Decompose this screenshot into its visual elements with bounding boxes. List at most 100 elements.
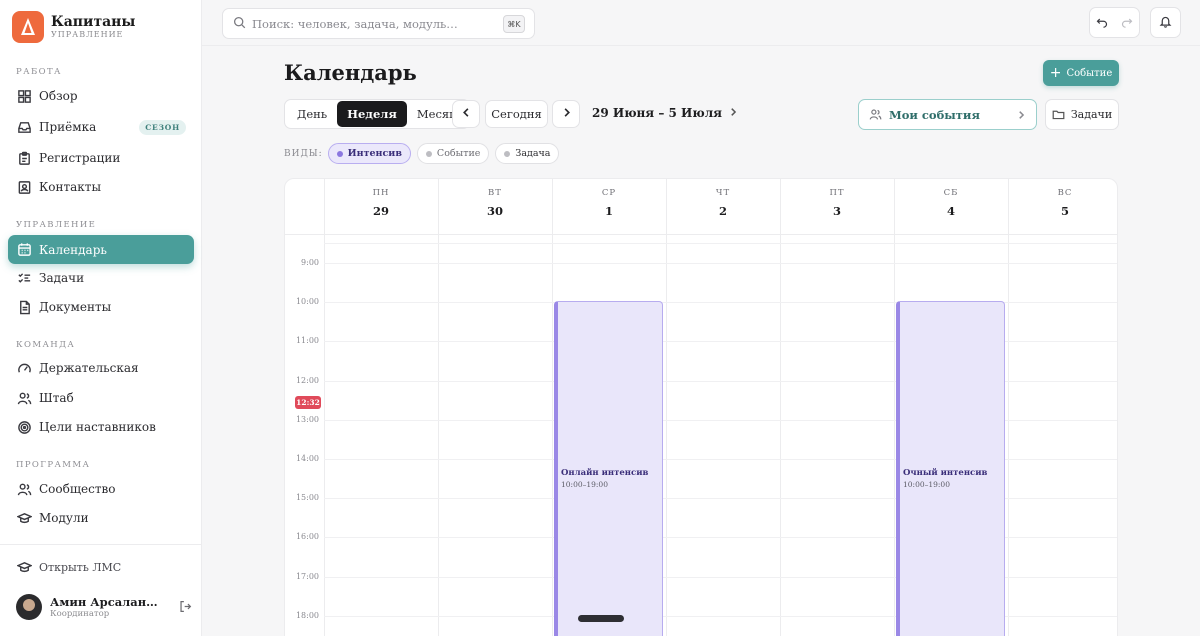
day-column-divider (894, 179, 895, 636)
user-profile[interactable]: Амин Арсалан Ха... Координатор (16, 594, 192, 620)
open-lms-link[interactable]: Открыть ЛМС (8, 553, 194, 581)
chip-task[interactable]: Задача (495, 143, 560, 164)
calendar-event[interactable]: Онлайн интенсив 10:00–19:00 (554, 301, 663, 636)
hour-label: 9:00 (301, 258, 319, 267)
chip-label: Событие (436, 148, 481, 159)
hour-label: 12:00 (295, 375, 319, 385)
day-of-week: ПТ (829, 188, 845, 198)
view-mode-week[interactable]: Неделя (337, 101, 407, 127)
page-title: Календарь (284, 60, 417, 85)
users-icon (16, 481, 32, 497)
day-header[interactable]: ПН 29 (324, 179, 438, 234)
sidebar-item-overview[interactable]: Обзор (8, 82, 194, 110)
new-event-button[interactable]: + Событие (1043, 60, 1119, 86)
day-column-divider (324, 179, 325, 636)
view-mode-day[interactable]: День (287, 101, 337, 127)
sidebar-item-calendar[interactable]: Календарь (8, 235, 194, 264)
date-range[interactable]: 29 Июня – 5 Июля (592, 106, 738, 120)
next-period-button[interactable] (552, 100, 580, 128)
redo-icon[interactable] (1121, 13, 1133, 32)
sidebar-item-holding[interactable]: Держательская (8, 354, 194, 382)
day-header[interactable]: ВТ 30 (438, 179, 552, 234)
chip-event[interactable]: Событие (416, 143, 490, 164)
sidebar: Капитаны УПРАВЛЕНИЕ РАБОТА Обзор Приёмка… (0, 0, 202, 636)
plus-icon: + (1049, 65, 1062, 81)
calendar-event[interactable]: Очный интенсив 10:00–19:00 (896, 301, 1005, 636)
day-header[interactable]: СР 1 (552, 179, 666, 234)
day-of-week: ВТ (488, 188, 502, 198)
avatar (16, 594, 42, 620)
undo-icon[interactable] (1096, 13, 1108, 32)
hour-gridline (324, 243, 1117, 244)
sidebar-item-label: Держательская (39, 361, 139, 375)
sidebar-item-mentor-goals[interactable]: Цели наставников (8, 413, 194, 441)
chip-label: Интенсив (347, 148, 402, 159)
sidebar-divider (0, 544, 202, 545)
day-number: 1 (604, 204, 613, 218)
open-lms-label: Открыть ЛМС (39, 560, 122, 574)
sidebar-item-label: Контакты (39, 180, 101, 194)
hour-label: 15:00 (295, 493, 319, 503)
search-bar[interactable]: ⌘K (222, 8, 535, 39)
today-button[interactable]: Сегодня (485, 100, 548, 128)
section-label-team: КОМАНДА (16, 340, 76, 350)
sidebar-item-modules[interactable]: Модули (8, 504, 194, 532)
header-divider (285, 234, 1117, 235)
section-label-program: ПРОГРАММА (16, 460, 91, 470)
graduation-cap-icon (16, 559, 32, 575)
sidebar-item-staff[interactable]: Штаб (8, 384, 194, 412)
day-header[interactable]: ЧТ 2 (666, 179, 780, 234)
event-title: Очный интенсив (903, 468, 988, 479)
sidebar-item-community[interactable]: Сообщество (8, 475, 194, 503)
notifications-button[interactable] (1150, 7, 1181, 38)
day-column-divider (552, 179, 553, 636)
day-column-divider (438, 179, 439, 636)
day-header[interactable]: СБ 4 (894, 179, 1008, 234)
my-events-filter[interactable]: Мои события (858, 99, 1037, 130)
section-label-management: УПРАВЛЕНИЕ (16, 220, 97, 230)
prev-period-button[interactable] (452, 100, 480, 128)
brand-title: Капитаны (51, 14, 136, 30)
sidebar-item-registrations[interactable]: Регистрации (8, 144, 194, 172)
chevron-right-icon (1019, 110, 1025, 119)
document-icon (16, 299, 32, 315)
brand[interactable]: Капитаны УПРАВЛЕНИЕ (12, 11, 135, 43)
day-column-divider (780, 179, 781, 636)
sidebar-item-label: Календарь (39, 242, 107, 257)
sidebar-item-documents[interactable]: Документы (8, 293, 194, 321)
checklist-icon (16, 270, 32, 286)
section-label-work: РАБОТА (16, 67, 62, 77)
users-icon (16, 390, 32, 406)
sidebar-item-label: Сообщество (39, 482, 116, 496)
chip-intensive[interactable]: Интенсив (327, 143, 411, 164)
search-icon (233, 14, 246, 33)
hour-label: 18:00 (295, 610, 319, 620)
logout-icon[interactable] (179, 598, 192, 617)
contact-icon (16, 179, 32, 195)
calendar-icon (16, 242, 32, 258)
day-column-divider (666, 179, 667, 636)
day-number: 30 (486, 204, 503, 218)
week-calendar: 12:32 ПН 29 ВТ 30 СР 1 ЧТ 2 ПТ 3 СБ 4 ВС 5 9:00 10:00 11… (284, 178, 1118, 636)
day-of-week: ВС (1057, 188, 1073, 198)
sidebar-item-label: Обзор (39, 89, 78, 103)
day-header[interactable]: ПТ 3 (780, 179, 894, 234)
day-header[interactable]: ВС 5 (1008, 179, 1117, 234)
grid-icon (16, 88, 32, 104)
hour-label: 16:00 (295, 532, 319, 542)
user-name: Амин Арсалан Ха... (50, 595, 158, 609)
event-title: Онлайн интенсив (561, 468, 649, 479)
views-filter: ВИДЫ: Интенсив Событие Задача (284, 143, 565, 164)
day-number: 29 (372, 204, 389, 218)
view-mode-switch: День Неделя Месяц (284, 99, 470, 129)
search-input[interactable] (252, 16, 492, 31)
day-of-week: СР (601, 188, 617, 198)
sidebar-item-contacts[interactable]: Контакты (8, 173, 194, 201)
sidebar-item-intake[interactable]: Приёмка СЕЗОН (8, 113, 194, 141)
search-shortcut: ⌘K (503, 15, 525, 33)
sidebar-item-label: Штаб (39, 391, 74, 405)
folder-icon (1052, 110, 1065, 120)
sidebar-item-label: Документы (39, 300, 112, 314)
tasks-button[interactable]: Задачи (1045, 99, 1119, 130)
sidebar-item-tasks[interactable]: Задачи (8, 264, 194, 292)
